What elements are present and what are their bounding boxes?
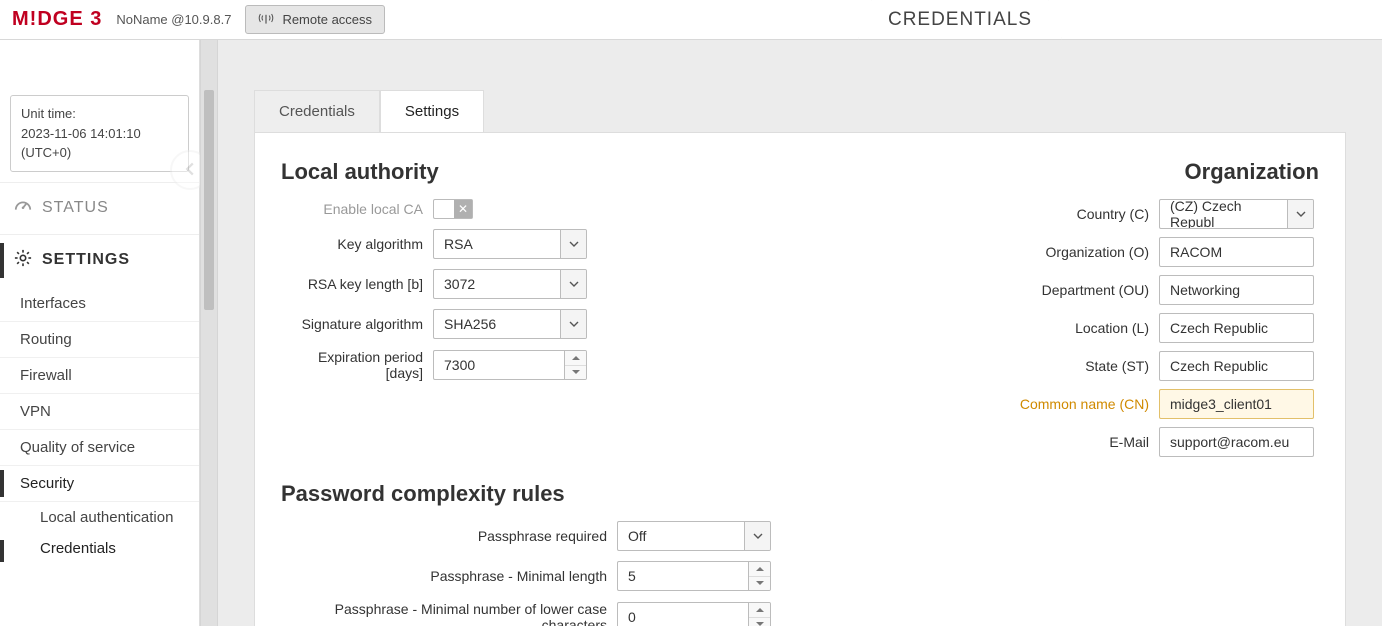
- chevron-left-icon: [183, 162, 197, 179]
- sidebar-item-interfaces[interactable]: Interfaces: [0, 286, 199, 322]
- triangle-down-icon[interactable]: [565, 366, 586, 380]
- pass-minlower-value: 0: [618, 603, 748, 626]
- sidebar-scrollbar[interactable]: [200, 40, 218, 626]
- remote-access-label: Remote access: [282, 12, 372, 27]
- main: Credentials Settings Local authority Ena…: [218, 40, 1382, 626]
- state-label: State (ST): [1019, 358, 1159, 374]
- pass-required-select[interactable]: Off: [617, 521, 771, 551]
- gauge-icon: [14, 197, 32, 220]
- antenna-icon: [258, 11, 274, 28]
- key-algorithm-select[interactable]: RSA: [433, 229, 587, 259]
- nav-settings-label: SETTINGS: [42, 251, 130, 269]
- product-logo: M!DGE 3: [12, 8, 102, 31]
- org-label: Organization (O): [1019, 244, 1159, 260]
- org-input[interactable]: [1159, 237, 1314, 267]
- nav-status[interactable]: STATUS: [0, 183, 199, 234]
- rsa-length-label: RSA key length [b]: [281, 276, 433, 292]
- dept-label: Department (OU): [1019, 282, 1159, 298]
- pass-minlen-input[interactable]: 5: [617, 561, 771, 591]
- rsa-length-value: 3072: [434, 270, 560, 298]
- nav-status-label: STATUS: [42, 199, 109, 217]
- dept-input[interactable]: [1159, 275, 1314, 305]
- sidebar-sub-credentials[interactable]: Credentials: [0, 533, 199, 564]
- sig-algorithm-select[interactable]: SHA256: [433, 309, 587, 339]
- topbar: M!DGE 3 NoName @10.9.8.7 Remote access C…: [0, 0, 1382, 40]
- pass-minlen-value: 5: [618, 562, 748, 590]
- cn-label: Common name (CN): [1019, 396, 1159, 412]
- triangle-up-icon[interactable]: [749, 603, 770, 618]
- triangle-down-icon[interactable]: [749, 618, 770, 626]
- pass-required-value: Off: [618, 522, 744, 550]
- chevron-down-icon[interactable]: [1287, 200, 1313, 228]
- nav-settings[interactable]: SETTINGS: [0, 235, 199, 286]
- email-label: E-Mail: [1019, 434, 1159, 450]
- unit-time-value: 2023-11-06 14:01:10: [21, 124, 178, 144]
- sig-algorithm-value: SHA256: [434, 310, 560, 338]
- sidebar-sub-local-auth[interactable]: Local authentication: [0, 502, 199, 533]
- triangle-up-icon[interactable]: [749, 562, 770, 577]
- key-algorithm-value: RSA: [434, 230, 560, 258]
- enable-local-ca-label: Enable local CA: [281, 201, 433, 217]
- pass-minlower-input[interactable]: 0: [617, 602, 771, 626]
- key-algorithm-label: Key algorithm: [281, 236, 433, 252]
- sidebar-item-security[interactable]: Security: [0, 466, 199, 502]
- chevron-down-icon[interactable]: [560, 310, 586, 338]
- unit-time-label: Unit time:: [21, 104, 178, 124]
- page-title: CREDENTIALS: [858, 0, 1062, 40]
- settings-panel: Local authority Enable local CA ✕ Key al…: [254, 132, 1346, 626]
- spinner-icon[interactable]: [748, 562, 770, 590]
- tab-settings[interactable]: Settings: [380, 90, 484, 132]
- sidebar-item-firewall[interactable]: Firewall: [0, 358, 199, 394]
- spinner-icon[interactable]: [748, 603, 770, 626]
- state-input[interactable]: [1159, 351, 1314, 381]
- sig-algorithm-label: Signature algorithm: [281, 316, 433, 332]
- organization-heading: Organization: [1019, 159, 1319, 185]
- chevron-down-icon[interactable]: [560, 270, 586, 298]
- country-value: (CZ) Czech Republ: [1160, 200, 1287, 228]
- sidebar-item-vpn[interactable]: VPN: [0, 394, 199, 430]
- local-authority-heading: Local authority: [281, 159, 801, 185]
- remote-access-button[interactable]: Remote access: [245, 5, 385, 34]
- triangle-up-icon[interactable]: [565, 351, 586, 366]
- chevron-down-icon[interactable]: [560, 230, 586, 258]
- pass-minlen-label: Passphrase - Minimal length: [281, 568, 617, 584]
- country-select[interactable]: (CZ) Czech Republ: [1159, 199, 1314, 229]
- triangle-down-icon[interactable]: [749, 577, 770, 591]
- unit-time-tz: (UTC+0): [21, 143, 178, 163]
- tab-credentials[interactable]: Credentials: [254, 90, 380, 132]
- loc-label: Location (L): [1019, 320, 1159, 336]
- loc-input[interactable]: [1159, 313, 1314, 343]
- gear-icon: [14, 249, 32, 272]
- host-label: NoName @10.9.8.7: [116, 12, 231, 27]
- sidebar-item-qos[interactable]: Quality of service: [0, 430, 199, 466]
- expiration-label: Expiration period [days]: [281, 349, 433, 381]
- rsa-length-select[interactable]: 3072: [433, 269, 587, 299]
- sidebar: Unit time: 2023-11-06 14:01:10 (UTC+0) S…: [0, 40, 200, 626]
- spinner-icon[interactable]: [564, 351, 586, 379]
- cn-input[interactable]: [1159, 389, 1314, 419]
- close-icon: ✕: [454, 200, 472, 218]
- email-input[interactable]: [1159, 427, 1314, 457]
- password-rules-heading: Password complexity rules: [281, 481, 801, 507]
- expiration-value: 7300: [434, 351, 564, 379]
- expiration-input[interactable]: 7300: [433, 350, 587, 380]
- enable-local-ca-toggle[interactable]: ✕: [433, 199, 473, 219]
- chevron-down-icon[interactable]: [744, 522, 770, 550]
- scrollbar-thumb[interactable]: [204, 90, 214, 310]
- tabs: Credentials Settings: [254, 90, 1346, 132]
- sidebar-item-routing[interactable]: Routing: [0, 322, 199, 358]
- country-label: Country (C): [1019, 206, 1159, 222]
- pass-required-label: Passphrase required: [281, 528, 617, 544]
- unit-time-box: Unit time: 2023-11-06 14:01:10 (UTC+0): [10, 95, 189, 172]
- pass-minlower-label: Passphrase - Minimal number of lower cas…: [281, 601, 617, 626]
